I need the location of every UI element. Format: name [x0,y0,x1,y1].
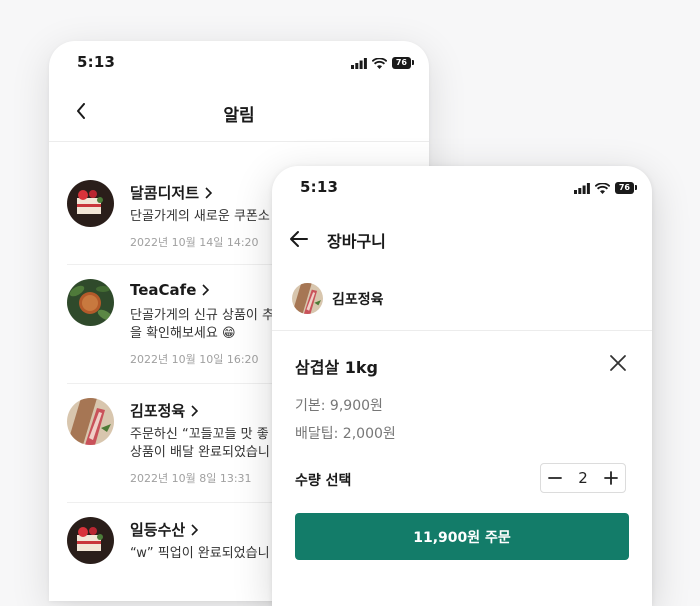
quantity-stepper: 2 [540,463,626,493]
store-avatar [67,398,114,445]
back-button[interactable] [288,228,310,250]
notification-date: 2022년 10월 14일 14:20 [130,236,259,249]
page-title: 장바구니 [327,232,386,251]
store-name-link[interactable]: 달콤디저트 [130,182,213,203]
store-name-link[interactable]: 김포정육 [130,400,199,421]
page-title: 알림 [223,106,255,126]
base-price: 기본: 9,900원 [295,398,383,414]
quantity-label: 수량 선택 [295,473,352,489]
delivery-tip: 배달팁: 2,000원 [295,426,396,442]
notification-date: 2022년 10월 8일 13:31 [130,472,252,485]
shop-header[interactable]: 김포정육 [292,283,384,314]
close-icon [610,355,626,371]
status-bar: 5:13 76 [272,166,652,210]
battery-icon: 76 [614,182,638,194]
signal-icon [573,182,590,194]
shop-name: 김포정육 [332,291,384,308]
increment-button[interactable] [603,470,619,486]
battery-icon: 76 [391,57,415,69]
notification-date: 2022년 10월 10일 16:20 [130,353,259,366]
quantity-value: 2 [578,469,588,487]
chevron-right-icon [191,404,199,417]
status-time: 5:13 [77,53,116,71]
divider [272,330,652,331]
wifi-icon [371,57,387,69]
arrow-left-icon [290,231,308,247]
signal-icon [350,57,367,69]
status-bar: 5:13 76 [49,41,429,85]
remove-item-button[interactable] [608,353,628,373]
minus-icon [548,477,562,479]
plus-icon [604,471,618,485]
chevron-right-icon [202,284,210,296]
product-name: 삼겹살 1kg [295,358,378,377]
store-name-link[interactable]: TeaCafe [130,281,210,299]
wifi-icon [594,182,610,194]
order-button[interactable]: 11,900원 주문 [295,513,629,560]
decrement-button[interactable] [547,470,563,486]
cart-screen: 5:13 76 장바구니 김포정육 삼겹살 1kg 기본: 9,900원 배달팁… [272,166,652,606]
chevron-right-icon [191,523,199,536]
store-avatar [67,517,114,564]
divider [49,141,429,142]
status-time: 5:13 [300,178,339,196]
store-avatar [67,180,114,227]
store-name-link[interactable]: 일등수산 [130,519,199,540]
store-avatar [67,279,114,326]
shop-avatar [292,283,323,314]
chevron-right-icon [205,186,213,199]
